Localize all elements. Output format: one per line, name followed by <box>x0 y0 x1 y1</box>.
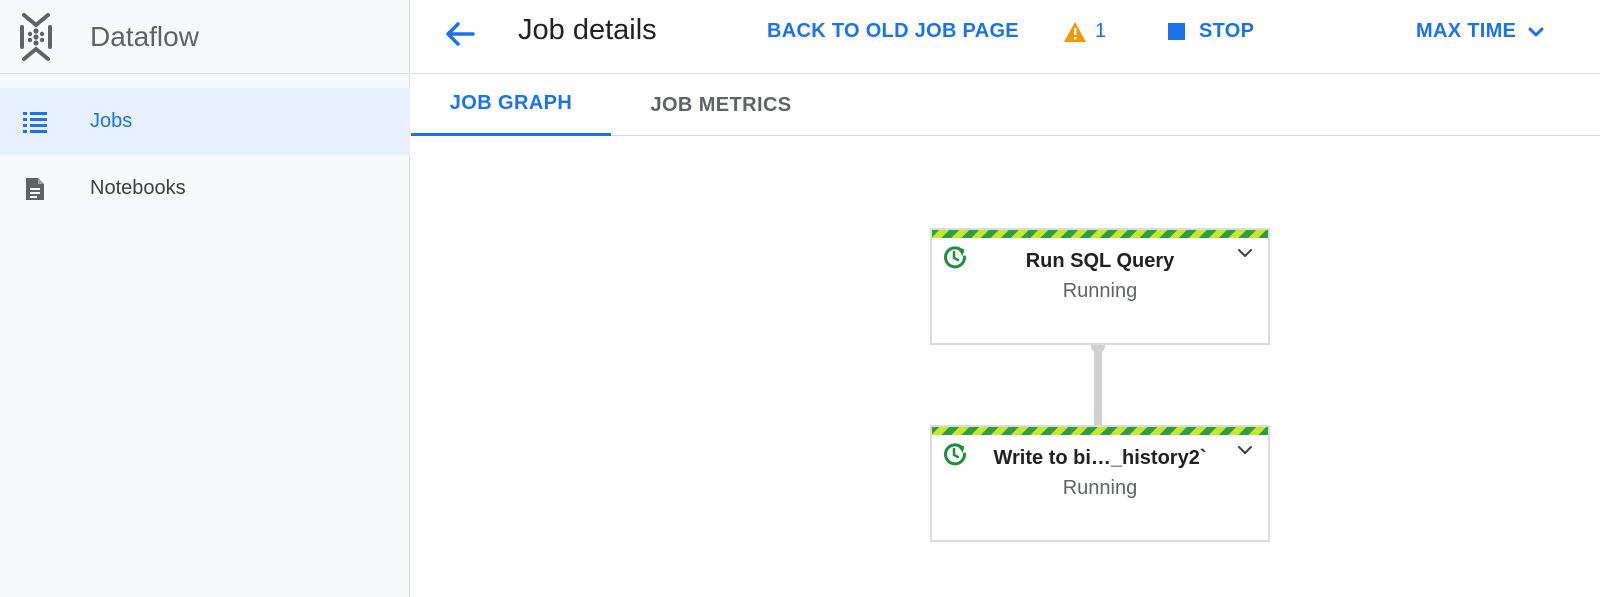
back-to-old-job-page-button[interactable]: BACK TO OLD JOB PAGE <box>767 20 1019 43</box>
tab-job-graph[interactable]: JOB GRAPH <box>411 74 611 136</box>
graph-node-write-to-bigquery[interactable]: Write to bi…_history2` Running <box>930 425 1270 542</box>
warning-icon <box>1064 21 1086 42</box>
dataflow-app: Dataflow Jobs Notebooks Job details BACK… <box>0 0 1600 597</box>
sidebar-item-label: Jobs <box>90 110 133 132</box>
job-header: Job details BACK TO OLD JOB PAGE 1 STOP … <box>411 0 1600 74</box>
running-stripe <box>932 427 1268 435</box>
node-status: Running <box>1062 477 1138 499</box>
node-title: Write to bi…_history2` <box>993 447 1207 469</box>
node-title: Run SQL Query <box>1025 250 1175 272</box>
chevron-down-icon[interactable] <box>1236 244 1254 262</box>
max-time-dropdown[interactable]: MAX TIME <box>1416 20 1546 43</box>
running-stripe <box>932 230 1268 238</box>
list-icon <box>23 111 47 133</box>
chevron-down-icon[interactable] <box>1236 441 1254 459</box>
warning-count: 1 <box>1095 20 1107 42</box>
max-time-label: MAX TIME <box>1416 20 1517 42</box>
chevron-down-icon <box>1528 27 1544 36</box>
tab-job-metrics[interactable]: JOB METRICS <box>611 74 831 136</box>
job-graph-canvas[interactable]: Run SQL Query Running Write to bi…_histo… <box>411 136 1600 597</box>
sidebar-item-label: Notebooks <box>90 177 186 199</box>
tab-bar: JOB GRAPH JOB METRICS <box>411 74 1600 136</box>
stop-icon <box>1168 23 1185 40</box>
stop-label: STOP <box>1199 20 1255 42</box>
sidebar: Dataflow Jobs Notebooks <box>0 0 410 597</box>
sidebar-item-jobs[interactable]: Jobs <box>0 88 410 155</box>
graph-edge <box>1094 343 1102 425</box>
sidebar-item-notebooks[interactable]: Notebooks <box>0 155 410 222</box>
stop-button[interactable]: STOP <box>1168 20 1254 43</box>
document-icon <box>26 177 44 200</box>
warnings-button[interactable]: 1 <box>1063 20 1106 43</box>
dataflow-logo-icon[interactable] <box>16 11 56 63</box>
back-arrow-icon[interactable] <box>441 16 477 52</box>
page-title: Job details <box>518 14 657 46</box>
node-status: Running <box>1062 280 1138 302</box>
sidebar-header: Dataflow <box>0 0 409 74</box>
product-name: Dataflow <box>90 20 199 52</box>
graph-node-run-sql-query[interactable]: Run SQL Query Running <box>930 228 1270 345</box>
